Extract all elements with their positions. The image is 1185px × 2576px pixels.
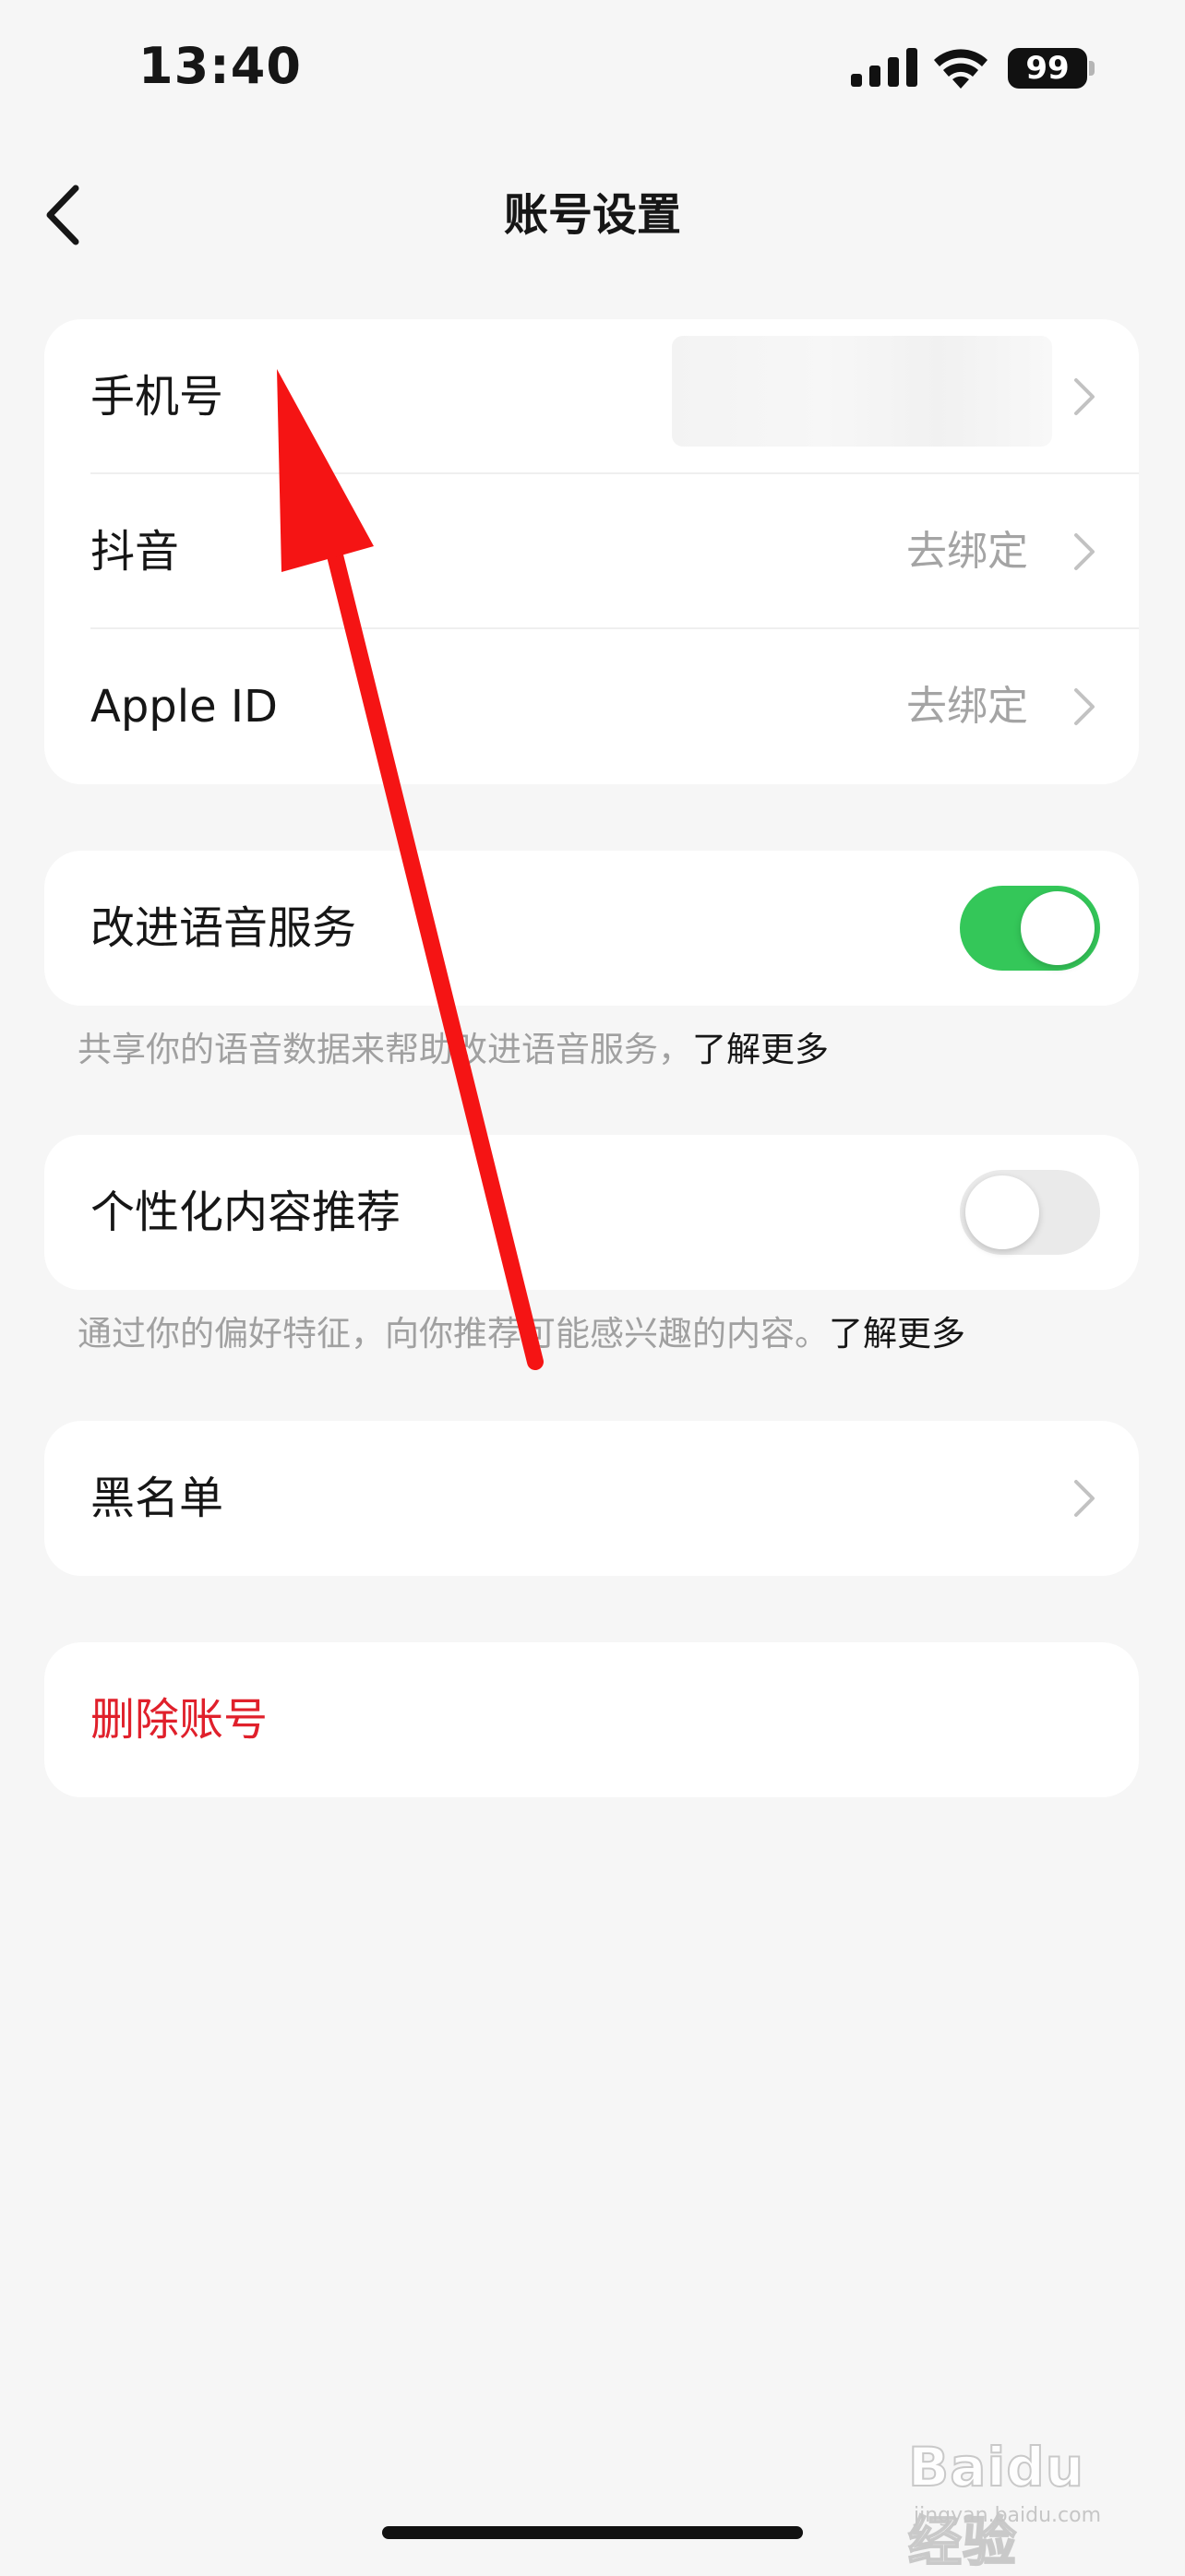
chevron-right-icon [1074, 1480, 1095, 1517]
phone-number-row[interactable]: 手机号 [44, 319, 1139, 474]
apple-id-label: Apple ID [90, 681, 279, 733]
chevron-right-icon [1074, 533, 1095, 570]
voice-service-label: 改进语音服务 [90, 902, 357, 954]
voice-service-toggle[interactable] [960, 886, 1100, 971]
voice-service-hint: 共享你的语音数据来帮助改进语音服务，了解更多 [78, 1026, 829, 1074]
voice-service-learn-more-link[interactable]: 了解更多 [692, 1030, 829, 1069]
chevron-right-icon [1074, 378, 1095, 415]
personalization-hint-text: 通过你的偏好特征，向你推荐可能感兴趣的内容。 [78, 1314, 829, 1354]
phone-number-value-blurred [672, 336, 1052, 447]
account-binding-card: 手机号 抖音 去绑定 Apple ID 去绑定 [44, 319, 1139, 784]
personalization-label: 个性化内容推荐 [90, 1187, 401, 1238]
delete-account-row[interactable]: 删除账号 [44, 1642, 1139, 1797]
watermark-url: jingyan.baidu.com [914, 2504, 1102, 2527]
chevron-right-icon [1074, 688, 1095, 725]
voice-service-row: 改进语音服务 [44, 851, 1139, 1006]
status-bar: 13:40 99 [0, 0, 1185, 138]
cellular-signal-icon [851, 48, 917, 87]
voice-service-card: 改进语音服务 [44, 851, 1139, 1006]
blacklist-card: 黑名单 [44, 1421, 1139, 1576]
douyin-bind-status: 去绑定 [906, 528, 1028, 575]
battery-level: 99 [1008, 48, 1087, 89]
douyin-row[interactable]: 抖音 去绑定 [44, 474, 1139, 629]
wifi-icon [934, 49, 988, 89]
battery-tip [1089, 61, 1095, 76]
personalization-learn-more-link[interactable]: 了解更多 [829, 1314, 965, 1354]
personalization-toggle[interactable] [960, 1170, 1100, 1255]
status-time: 13:40 [138, 37, 302, 95]
toggle-knob [1021, 891, 1095, 965]
toggle-knob [965, 1175, 1039, 1249]
baidu-jingyan-watermark: Baidu经验 jingyan.baidu.com [907, 2435, 1130, 2574]
delete-account-card: 删除账号 [44, 1642, 1139, 1797]
battery-icon: 99 [1008, 48, 1096, 89]
apple-id-bind-status: 去绑定 [906, 683, 1028, 730]
personalization-hint: 通过你的偏好特征，向你推荐可能感兴趣的内容。了解更多 [78, 1310, 965, 1358]
douyin-label: 抖音 [90, 526, 180, 578]
home-indicator [382, 2526, 803, 2539]
nav-bar: 账号设置 [0, 157, 1185, 277]
blacklist-row[interactable]: 黑名单 [44, 1421, 1139, 1576]
apple-id-row[interactable]: Apple ID 去绑定 [44, 629, 1139, 784]
personalization-card: 个性化内容推荐 [44, 1135, 1139, 1290]
delete-account-label: 删除账号 [90, 1694, 269, 1746]
page-title: 账号设置 [503, 189, 681, 241]
blacklist-label: 黑名单 [90, 1473, 224, 1524]
phone-number-label: 手机号 [90, 371, 224, 423]
personalization-row: 个性化内容推荐 [44, 1135, 1139, 1290]
voice-service-hint-text: 共享你的语音数据来帮助改进语音服务， [78, 1030, 692, 1069]
